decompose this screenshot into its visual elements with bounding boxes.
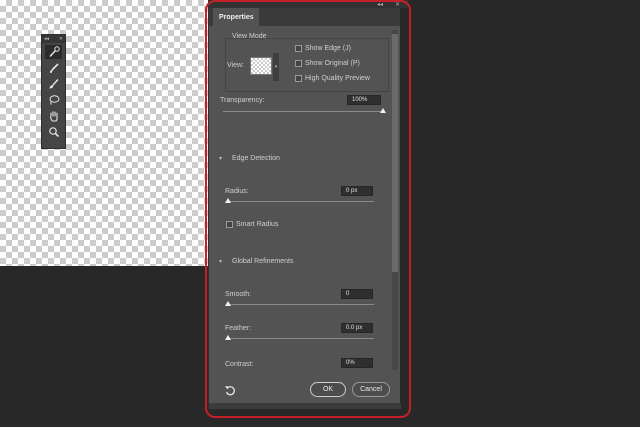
feather-slider-handle[interactable] [225,335,231,340]
panel-tabbar: Properties [209,8,400,26]
contrast-input[interactable]: 0% [341,358,373,368]
show-original-checkbox[interactable] [295,60,302,67]
tools-close-icon[interactable]: ✕ [59,36,63,42]
quick-selection-icon[interactable] [45,45,62,59]
tools-panel-header: ◂◂ ✕ [42,35,65,43]
show-original-label: Show Original (P) [305,60,360,67]
smooth-slider-handle[interactable] [225,301,231,306]
radius-label: Radius: [225,188,249,195]
smooth-label: Smooth: [225,291,252,298]
ok-button[interactable]: OK [310,382,346,397]
transparency-label: Transparency: [220,97,265,104]
view-mode-dropdown-icon[interactable]: ▾ [273,53,279,81]
feather-label: Feather: [225,325,252,332]
radius-input[interactable]: 0 px [341,186,373,196]
transparency-slider-track[interactable] [223,111,383,112]
feather-input[interactable]: 0.0 px [341,323,373,333]
show-edge-label: Show Edge (J) [305,45,351,52]
properties-panel: Properties View Mode View: ▾ Show Edge (… [208,8,401,409]
edge-detection-collapse-icon[interactable]: ▾ [219,155,222,162]
show-edge-checkbox[interactable] [295,45,302,52]
radius-slider-track[interactable] [228,201,374,202]
panel-bottom-bar [209,403,401,409]
tools-collapse-icon[interactable]: ◂◂ [44,36,49,42]
global-refinements-heading[interactable]: Global Refinements [232,258,293,265]
high-quality-preview-checkbox[interactable] [295,75,302,82]
smooth-slider-track[interactable] [228,304,374,305]
document-canvas[interactable] [0,0,212,266]
smooth-input[interactable]: 0 [341,289,373,299]
tools-panel: ◂◂ ✕ [41,34,66,149]
view-mode-heading: View Mode [232,33,267,40]
transparency-slider-handle[interactable] [380,108,386,113]
global-refinements-collapse-icon[interactable]: ▾ [219,258,222,265]
scrollbar-thumb[interactable] [392,34,398,272]
tab-properties[interactable]: Properties [213,8,259,26]
panel-collapse-icon[interactable]: ◂◂ [377,1,383,8]
smart-radius-checkbox[interactable] [226,221,233,228]
view-mode-thumbnail[interactable] [250,57,272,75]
smart-radius-label: Smart Radius [236,221,279,228]
lasso-icon[interactable] [45,93,62,107]
panel-scrollbar[interactable] [392,30,398,370]
panel-close-icon[interactable]: ✕ [395,1,400,8]
cancel-button[interactable]: Cancel [352,382,390,397]
refine-edge-brush-icon[interactable] [45,61,62,75]
view-label: View: [227,62,244,69]
reset-icon[interactable] [224,384,236,396]
radius-slider-handle[interactable] [225,198,231,203]
panel-top-strip: ◂◂ ✕ [208,0,408,8]
edge-detection-heading[interactable]: Edge Detection [232,155,280,162]
brush-icon[interactable] [45,77,62,91]
zoom-icon[interactable] [45,125,62,139]
feather-slider-track[interactable] [228,338,374,339]
hand-icon[interactable] [45,109,62,123]
contrast-label: Contrast: [225,361,254,368]
high-quality-preview-label: High Quality Preview [305,75,370,82]
transparency-input[interactable]: 100% [347,95,381,105]
